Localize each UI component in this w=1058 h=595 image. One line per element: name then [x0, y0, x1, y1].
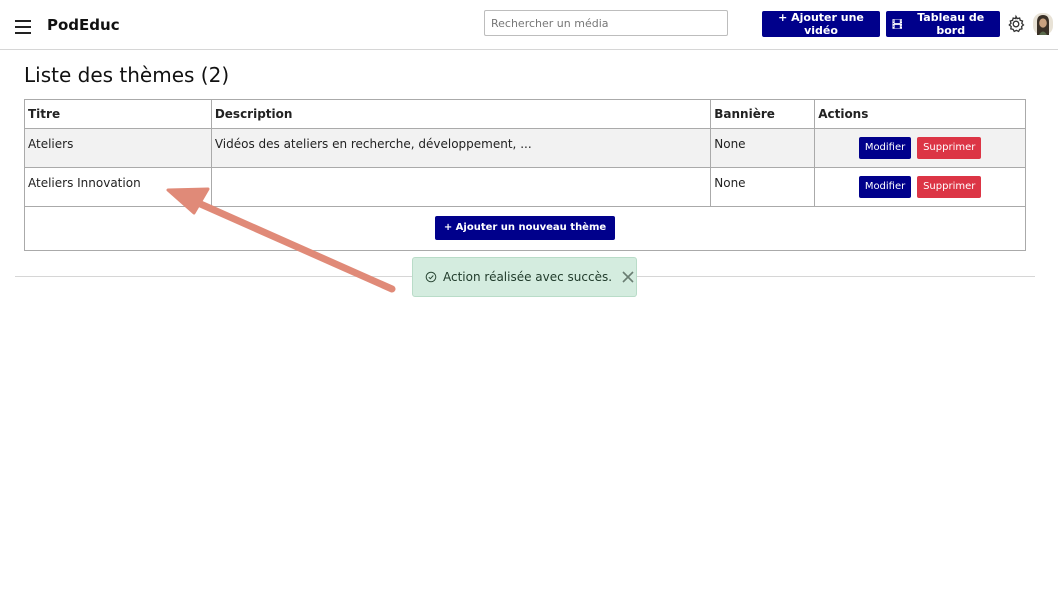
theme-banner: None	[710, 167, 816, 207]
table-row: Ateliers Vidéos des ateliers en recherch…	[24, 128, 1026, 168]
table-row: Ateliers Innovation None Modifier Suppri…	[24, 167, 1026, 207]
toast-message: Action réalisée avec succès.	[443, 270, 613, 284]
theme-description	[210, 167, 712, 207]
add-theme-cell: + Ajouter un nouveau thème	[24, 206, 1026, 251]
gear-icon[interactable]	[1006, 14, 1026, 34]
theme-banner: None	[710, 128, 816, 168]
delete-button[interactable]: Supprimer	[917, 137, 982, 159]
add-video-label: + Ajouter une vidéo	[778, 11, 864, 37]
edit-button[interactable]: Modifier	[858, 176, 912, 198]
theme-actions: Modifier Supprimer	[814, 128, 1026, 168]
brand-logo[interactable]: PodEduc	[47, 16, 120, 34]
top-navbar: PodEduc + Ajouter une vidéo Tableau de b…	[0, 0, 1058, 50]
theme-title: Ateliers	[24, 128, 212, 168]
success-toast: Action réalisée avec succès.	[412, 257, 637, 297]
theme-description: Vidéos des ateliers en recherche, dévelo…	[210, 128, 712, 168]
dashboard-button[interactable]: Tableau de bord	[886, 11, 1000, 37]
dashboard-label: Tableau de bord	[917, 11, 985, 37]
theme-title: Ateliers Innovation	[24, 167, 212, 207]
column-header-actions: Actions	[814, 99, 1026, 129]
delete-button[interactable]: Supprimer	[917, 176, 982, 198]
themes-table: Titre Description Bannière Actions Ateli…	[24, 99, 1026, 251]
column-header-title: Titre	[24, 99, 212, 129]
add-theme-row: + Ajouter un nouveau thème	[24, 206, 1026, 251]
add-video-button[interactable]: + Ajouter une vidéo	[762, 11, 880, 37]
add-theme-button[interactable]: + Ajouter un nouveau thème	[434, 216, 616, 240]
page-title: Liste des thèmes (2)	[24, 63, 230, 87]
edit-button[interactable]: Modifier	[858, 137, 912, 159]
user-avatar[interactable]	[1033, 13, 1053, 35]
hamburger-menu-icon[interactable]	[15, 20, 31, 34]
film-icon	[892, 19, 903, 29]
annotation-arrow	[166, 187, 396, 293]
column-header-banner: Bannière	[710, 99, 816, 129]
check-circle-icon	[425, 271, 437, 283]
column-header-description: Description	[210, 99, 712, 129]
close-icon[interactable]	[621, 270, 635, 284]
search-input[interactable]	[484, 10, 728, 36]
table-header-row: Titre Description Bannière Actions	[24, 99, 1026, 129]
theme-actions: Modifier Supprimer	[814, 167, 1026, 207]
